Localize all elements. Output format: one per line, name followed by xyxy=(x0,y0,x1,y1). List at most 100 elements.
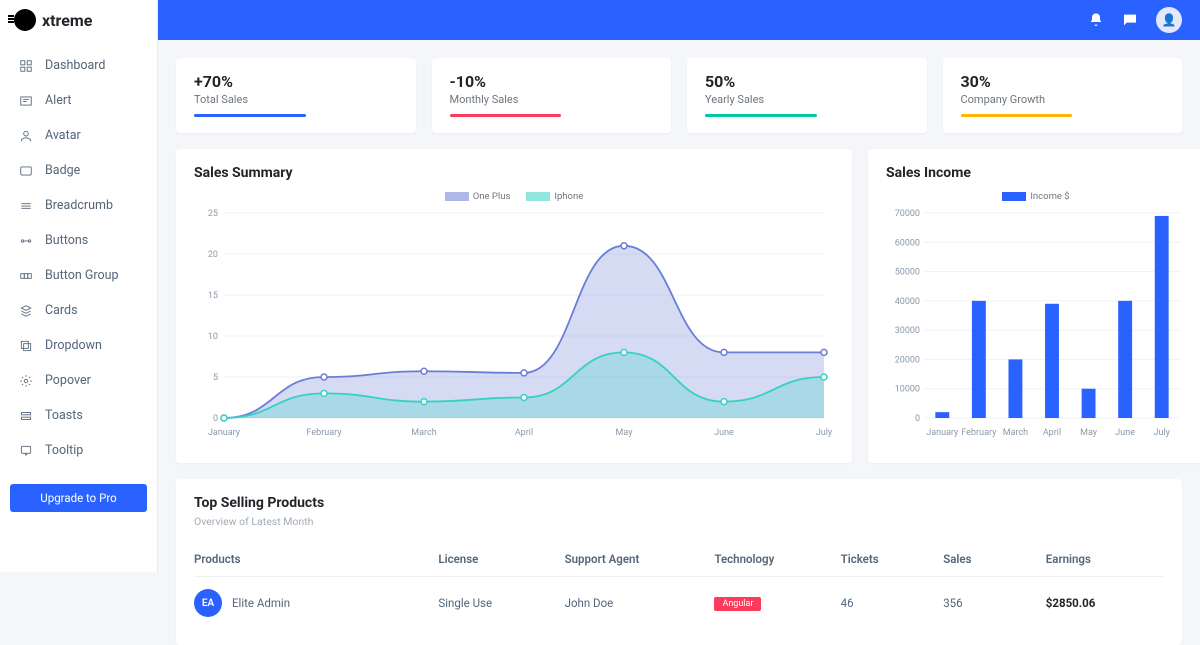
user-avatar[interactable]: 👤 xyxy=(1156,7,1182,33)
table-header-cell: License xyxy=(438,552,556,566)
svg-text:20000: 20000 xyxy=(895,355,920,365)
sales-income-card: Sales Income Income $ 010000200003000040… xyxy=(868,149,1200,463)
stat-card: 50% Yearly Sales xyxy=(687,58,927,133)
stat-label: Total Sales xyxy=(194,93,398,106)
stat-value: 30% xyxy=(961,72,1165,91)
svg-text:May: May xyxy=(616,428,634,438)
avatar-icon xyxy=(18,128,33,143)
sidebar: xtreme Dashboard Alert Avatar Badge Breadcru… xyxy=(0,0,158,572)
sidebar-nav: Dashboard Alert Avatar Badge Breadcrumb Butto… xyxy=(0,40,157,476)
svg-text:10000: 10000 xyxy=(895,385,920,395)
svg-text:25: 25 xyxy=(208,209,218,219)
stat-card: +70%Total Sales xyxy=(176,58,416,133)
chart-legend: One PlusIphone xyxy=(194,191,834,202)
table-body: EAElite AdminSingle UseJohn DoeAngular46… xyxy=(194,577,1164,629)
svg-text:July: July xyxy=(1154,428,1171,438)
svg-text:60000: 60000 xyxy=(895,238,920,248)
tickets-cell: 46 xyxy=(841,596,936,610)
upgrade-button[interactable]: Upgrade to Pro xyxy=(10,484,147,512)
stat-label: Yearly Sales xyxy=(705,93,909,106)
sidebar-item-buttons[interactable]: Buttons xyxy=(0,223,157,258)
card-title: Sales Income xyxy=(886,165,1186,181)
stat-bar xyxy=(450,114,562,117)
sidebar-item-label: Tooltip xyxy=(45,443,83,458)
sidebar-item-badge[interactable]: Badge xyxy=(0,153,157,188)
sidebar-item-label: Toasts xyxy=(45,408,83,423)
stat-value: -10% xyxy=(450,72,654,91)
card-subtitle: Overview of Latest Month xyxy=(194,515,1164,528)
svg-text:5: 5 xyxy=(213,373,218,383)
sidebar-item-dashboard[interactable]: Dashboard xyxy=(0,48,157,83)
svg-text:March: March xyxy=(411,428,436,438)
bell-icon[interactable] xyxy=(1088,12,1104,28)
tech-badge: Angular xyxy=(714,597,761,611)
sidebar-item-label: Breadcrumb xyxy=(45,198,113,213)
svg-text:March: March xyxy=(1003,428,1028,438)
sidebar-item-tooltip[interactable]: Tooltip xyxy=(0,433,157,468)
popover-icon xyxy=(18,373,33,388)
brand-name: xtreme xyxy=(42,11,92,30)
charts-row: Sales Summary One PlusIphone 0510152025J… xyxy=(176,149,1182,463)
svg-text:50000: 50000 xyxy=(895,268,920,278)
alert-icon xyxy=(18,93,33,108)
tech-cell: Angular xyxy=(714,595,832,611)
svg-text:70000: 70000 xyxy=(895,209,920,219)
sidebar-item-label: Cards xyxy=(45,303,78,318)
svg-text:0: 0 xyxy=(213,414,218,424)
sidebar-item-toasts[interactable]: Toasts xyxy=(0,398,157,433)
svg-text:January: January xyxy=(208,428,241,438)
license-cell: Single Use xyxy=(438,596,556,610)
svg-text:10: 10 xyxy=(208,332,218,342)
sales-summary-chart: 0510152025JanuaryFebruaryMarchAprilMayJu… xyxy=(194,208,834,443)
svg-text:15: 15 xyxy=(208,291,218,301)
legend-item: Income $ xyxy=(1002,191,1069,202)
svg-text:April: April xyxy=(1043,428,1061,438)
svg-text:February: February xyxy=(306,428,342,438)
sidebar-item-dropdown[interactable]: Dropdown xyxy=(0,328,157,363)
stat-label: Company Growth xyxy=(961,93,1165,106)
svg-text:June: June xyxy=(1115,428,1135,438)
stat-label: Monthly Sales xyxy=(450,93,654,106)
svg-text:July: July xyxy=(816,428,833,438)
svg-text:30000: 30000 xyxy=(895,326,920,336)
svg-text:January: January xyxy=(926,428,959,438)
table-header-cell: Earnings xyxy=(1046,552,1164,566)
stat-card: -10% Monthly Sales xyxy=(432,58,672,133)
brand-logo[interactable]: xtreme xyxy=(0,0,157,40)
stat-value: 50% xyxy=(705,72,909,91)
legend-item: One Plus xyxy=(445,191,511,202)
sidebar-item-cards[interactable]: Cards xyxy=(0,293,157,328)
toasts-icon xyxy=(18,408,33,423)
sidebar-item-alert[interactable]: Alert xyxy=(0,83,157,118)
brand-icon xyxy=(14,9,36,31)
sidebar-item-label: Buttons xyxy=(45,233,88,248)
agent-cell: John Doe xyxy=(565,596,707,610)
svg-text:May: May xyxy=(1080,428,1098,438)
table-header-cell: Products xyxy=(194,552,430,566)
sidebar-item-popover[interactable]: Popover xyxy=(0,363,157,398)
sales-income-chart: 010000200003000040000500006000070000Janu… xyxy=(886,208,1186,443)
sidebar-item-avatar[interactable]: Avatar xyxy=(0,118,157,153)
chat-icon[interactable] xyxy=(1122,12,1138,28)
sidebar-item-label: Popover xyxy=(45,373,91,388)
buttons-icon xyxy=(18,233,33,248)
svg-text:June: June xyxy=(714,428,734,438)
sidebar-item-label: Alert xyxy=(45,93,71,108)
badge-icon xyxy=(18,163,33,178)
sidebar-item-breadcrumb[interactable]: Breadcrumb xyxy=(0,188,157,223)
stat-bar xyxy=(705,114,817,117)
stats-row: +70%Total Sales -10% Monthly Sales 50% Yearl… xyxy=(176,58,1182,133)
table-header-cell: Tickets xyxy=(841,552,936,566)
table-header-cell: Support Agent xyxy=(565,552,707,566)
product-name: Elite Admin xyxy=(232,596,290,610)
table-row[interactable]: EAElite AdminSingle UseJohn DoeAngular46… xyxy=(194,577,1164,629)
sidebar-item-button-group[interactable]: Button Group xyxy=(0,258,157,293)
cards-icon xyxy=(18,303,33,318)
svg-text:0: 0 xyxy=(915,414,920,424)
svg-text:April: April xyxy=(515,428,533,438)
top-products-card: Top Selling Products Overview of Latest … xyxy=(176,479,1182,645)
dashboard-icon xyxy=(18,58,33,73)
sidebar-item-label: Badge xyxy=(45,163,80,178)
sales-summary-card: Sales Summary One PlusIphone 0510152025J… xyxy=(176,149,852,463)
topbar: 👤 xyxy=(158,0,1200,40)
